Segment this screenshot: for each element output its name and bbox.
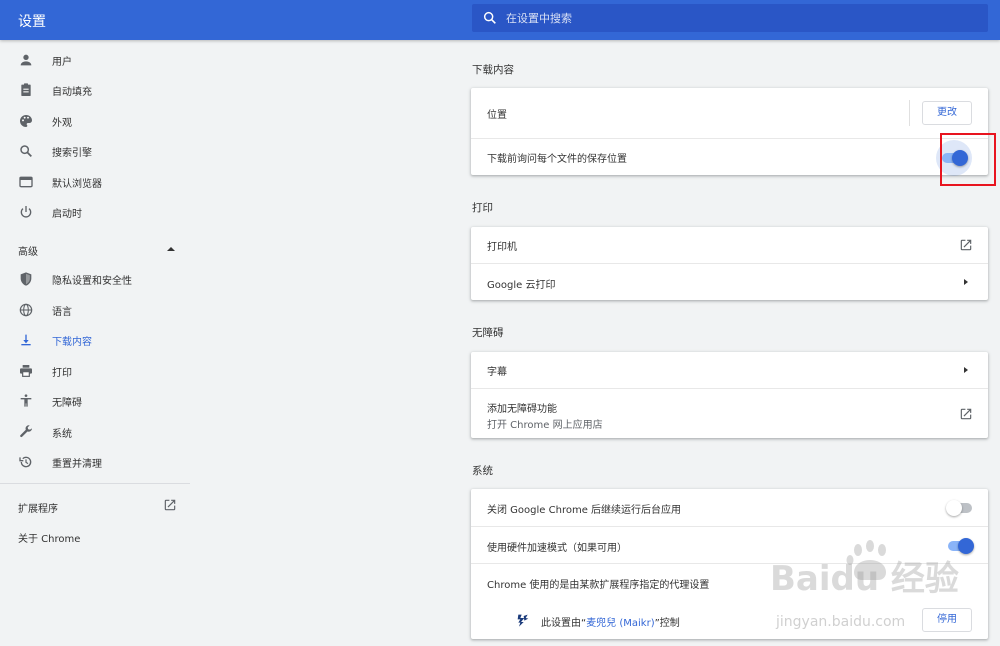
chevron-right-icon xyxy=(964,279,968,285)
sidebar-item-on-startup[interactable]: 启动时 xyxy=(0,198,190,226)
section-title-downloads: 下载内容 xyxy=(472,64,514,76)
browser-icon xyxy=(19,176,33,188)
downloads-card: 位置 更改 下载前询问每个文件的保存位置 xyxy=(471,88,988,176)
page-title: 设置 xyxy=(18,14,46,30)
sidebar-item-label: 重置并清理 xyxy=(52,459,102,470)
hardware-acceleration-label: 使用硬件加速模式（如果可用） xyxy=(487,543,627,554)
sidebar-item-label: 外观 xyxy=(52,118,72,129)
sidebar-item-system[interactable]: 系统 xyxy=(0,418,190,446)
wrench-icon xyxy=(20,425,33,438)
section-title-system: 系统 xyxy=(472,465,493,477)
printers-label: 打印机 xyxy=(487,242,517,253)
open-in-new-icon[interactable] xyxy=(959,407,973,421)
globe-icon xyxy=(19,303,33,317)
sidebar-item-label: 打印 xyxy=(52,368,72,379)
download-location-label: 位置 xyxy=(487,110,507,121)
cloud-print-row[interactable]: Google 云打印 xyxy=(471,263,988,300)
extension-logo-icon xyxy=(517,614,529,627)
accessibility-card: 字幕 添加无障碍功能 打开 Chrome 网上应用店 xyxy=(471,352,988,438)
person-icon xyxy=(20,54,32,66)
captions-label: 字幕 xyxy=(487,367,507,378)
add-accessibility-sublabel: 打开 Chrome 网上应用店 xyxy=(487,420,603,431)
sidebar-item-label: 隐私设置和安全性 xyxy=(52,276,132,287)
sidebar-divider xyxy=(0,483,190,484)
sidebar-item-label: 系统 xyxy=(52,429,72,440)
row-separator xyxy=(909,100,910,126)
sidebar-item-reset[interactable]: 重置并清理 xyxy=(0,448,190,476)
history-icon xyxy=(19,456,32,468)
add-accessibility-label: 添加无障碍功能 xyxy=(487,404,557,415)
baidu-paw-logo: Baidu 经验 jingyan.baidu.com xyxy=(770,540,959,630)
ask-before-download-label: 下载前询问每个文件的保存位置 xyxy=(487,154,627,165)
controlled-by-text: 此设置由“麦兜兒 (Maikr)”控制 xyxy=(541,618,680,629)
sidebar-item-downloads[interactable]: 下载内容 xyxy=(0,326,190,354)
sidebar-item-autofill[interactable]: 自动填充 xyxy=(0,76,190,104)
sidebar-item-label: 自动填充 xyxy=(52,87,92,98)
open-in-new-icon[interactable] xyxy=(163,498,177,512)
sidebar-extensions-link[interactable]: 扩展程序 xyxy=(18,500,58,515)
sidebar-item-people[interactable]: 用户 xyxy=(0,46,190,74)
sidebar-item-default-browser[interactable]: 默认浏览器 xyxy=(0,168,190,196)
baidu-watermark: Baidu 经验 jingyan.baidu.com xyxy=(770,540,970,646)
sidebar-item-printing[interactable]: 打印 xyxy=(0,357,190,385)
search-icon xyxy=(20,145,32,157)
palette-icon xyxy=(20,115,32,127)
sidebar-about-chrome[interactable]: 关于 Chrome xyxy=(18,530,80,545)
section-title-accessibility: 无障碍 xyxy=(472,327,504,339)
sidebar-item-search-engine[interactable]: 搜索引擎 xyxy=(0,137,190,165)
add-accessibility-row[interactable]: 添加无障碍功能 打开 Chrome 网上应用店 xyxy=(471,388,988,438)
accessibility-icon xyxy=(20,394,32,407)
background-apps-row[interactable]: 关闭 Google Chrome 后继续运行后台应用 xyxy=(471,489,988,526)
search-input[interactable] xyxy=(506,8,966,28)
watermark-text: Baidu 经验 xyxy=(770,559,959,599)
sidebar-advanced-header[interactable]: 高级 xyxy=(18,243,38,258)
caret-up-icon[interactable] xyxy=(167,247,175,251)
sidebar-item-label: 搜索引擎 xyxy=(52,148,92,159)
captions-row[interactable]: 字幕 xyxy=(471,352,988,388)
clipboard-icon xyxy=(21,83,31,96)
sidebar-item-appearance[interactable]: 外观 xyxy=(0,107,190,135)
printing-card: 打印机 Google 云打印 xyxy=(471,227,988,300)
section-title-printing: 打印 xyxy=(472,202,493,214)
sidebar-item-label: 下载内容 xyxy=(52,337,92,348)
cloud-print-label: Google 云打印 xyxy=(487,280,556,291)
download-location-row: 位置 更改 xyxy=(471,88,988,138)
sidebar-item-languages[interactable]: 语言 xyxy=(0,296,190,324)
background-apps-toggle[interactable] xyxy=(946,500,974,516)
sidebar-item-label: 无障碍 xyxy=(52,398,82,409)
change-location-button[interactable]: 更改 xyxy=(922,101,972,125)
background-apps-label: 关闭 Google Chrome 后继续运行后台应用 xyxy=(487,505,682,516)
sidebar-item-label: 用户 xyxy=(52,57,72,68)
watermark-url: jingyan.baidu.com xyxy=(775,614,905,630)
search-icon xyxy=(483,11,496,24)
sidebar-item-label: 启动时 xyxy=(52,209,82,220)
sidebar-item-label: 语言 xyxy=(52,307,72,318)
highlight-annotation-box xyxy=(940,133,996,186)
sidebar-item-accessibility[interactable]: 无障碍 xyxy=(0,387,190,415)
shield-icon xyxy=(20,272,32,286)
ask-before-download-row[interactable]: 下载前询问每个文件的保存位置 xyxy=(471,138,988,176)
download-icon xyxy=(21,334,31,346)
search-box[interactable] xyxy=(472,4,988,32)
sidebar: 用户 自动填充 外观 搜索引擎 默认浏览器 启动时 高级 隐私设置和安全性 语言… xyxy=(0,40,190,646)
sidebar-item-label: 默认浏览器 xyxy=(52,179,102,190)
chevron-right-icon xyxy=(964,367,968,373)
extension-name-link[interactable]: 麦兜兒 (Maikr) xyxy=(586,618,654,629)
top-toolbar: 设置 xyxy=(0,0,1000,40)
printers-row[interactable]: 打印机 xyxy=(471,227,988,263)
open-in-new-icon[interactable] xyxy=(959,238,973,252)
printer-icon xyxy=(20,365,32,377)
power-icon xyxy=(20,206,32,218)
sidebar-item-privacy[interactable]: 隐私设置和安全性 xyxy=(0,265,190,293)
proxy-settings-label: Chrome 使用的是由某款扩展程序指定的代理设置 xyxy=(487,580,710,591)
